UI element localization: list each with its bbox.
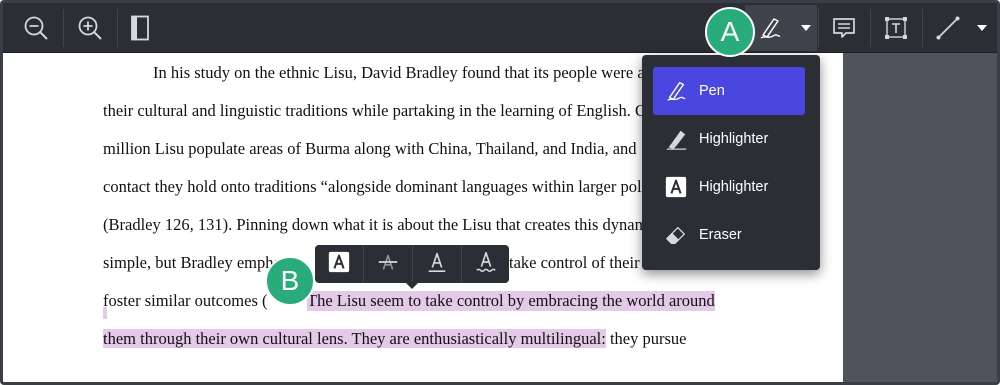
zoom-out-icon <box>23 15 49 41</box>
line-icon <box>935 15 961 41</box>
toolbar-divider <box>117 9 118 47</box>
squiggly-button[interactable] <box>462 245 510 283</box>
text-highlight-icon <box>653 175 699 199</box>
line-tool-button[interactable] <box>923 5 973 51</box>
zoom-out-button[interactable] <box>11 5 61 51</box>
strikethrough-button[interactable] <box>364 245 412 283</box>
viewer-window: In his study on the ethnic Lisu, David B… <box>0 0 1000 385</box>
doc-line: take control of their <box>509 253 640 272</box>
document-viewport[interactable]: In his study on the ethnic Lisu, David B… <box>3 53 997 382</box>
page-view-button[interactable] <box>119 5 161 51</box>
page-view-icon <box>127 15 153 41</box>
text-highlight-icon <box>327 250 351 279</box>
top-toolbar <box>3 3 997 53</box>
menu-item-text-highlighter[interactable]: Highlighter <box>653 163 805 211</box>
menu-item-eraser[interactable]: Eraser <box>653 211 805 259</box>
comment-icon <box>831 15 857 41</box>
highlighted-text[interactable]: them through their own cultural lens. Th… <box>103 329 606 348</box>
text-markup-popup <box>315 245 509 283</box>
doc-line: (Bradley 126, 131). Pinning down what it… <box>103 215 648 234</box>
menu-item-label: Eraser <box>699 227 742 243</box>
caret-down-icon <box>977 25 987 31</box>
doc-line: them through their own cultural lens. Th… <box>103 329 687 349</box>
highlight-text-button[interactable] <box>315 245 363 283</box>
menu-item-label: Highlighter <box>699 179 769 195</box>
tool-dropdown-button[interactable] <box>795 5 817 51</box>
line-dropdown-button[interactable] <box>971 5 993 51</box>
menu-item-highlighter[interactable]: Highlighter <box>653 115 805 163</box>
doc-line: simple, but Bradley empha <box>103 253 281 272</box>
text-box-icon <box>883 15 909 41</box>
doc-line: their cultural and linguistic traditions… <box>103 101 647 120</box>
squiggly-underline-icon <box>474 250 498 279</box>
highlighter-icon <box>653 127 699 151</box>
menu-item-pen[interactable]: Pen <box>653 67 805 115</box>
text-box-button[interactable] <box>871 5 921 51</box>
callout-badge-a: A <box>705 7 755 57</box>
doc-line: In his study on the ethnic Lisu, David B… <box>153 63 645 82</box>
pen-icon <box>653 79 699 103</box>
menu-item-label: Highlighter <box>699 131 769 147</box>
zoom-in-icon <box>77 15 103 41</box>
doc-text: they pursue <box>605 329 687 348</box>
strikethrough-icon <box>376 250 400 279</box>
underline-button[interactable] <box>413 245 461 283</box>
doc-line: million Lisu populate areas of Burma alo… <box>103 139 637 158</box>
toolbar-divider <box>63 9 64 47</box>
doc-line: foster similar outcomes ( <box>103 291 268 310</box>
menu-item-label: Pen <box>699 83 725 99</box>
popup-pointer <box>405 282 419 289</box>
underline-icon <box>425 250 449 279</box>
caret-down-icon <box>801 25 811 31</box>
comment-button[interactable] <box>819 5 869 51</box>
highlight-mark <box>103 307 107 319</box>
callout-badge-b: B <box>265 256 315 306</box>
doc-line: contact they hold onto traditions “along… <box>103 177 642 196</box>
zoom-in-button[interactable] <box>65 5 115 51</box>
highlighted-text[interactable]: The Lisu seem to take control by embraci… <box>307 291 715 311</box>
pen-icon <box>757 15 783 41</box>
tool-dropdown-menu: Pen Highlighter Highlighter Eraser <box>642 55 820 270</box>
eraser-icon <box>653 223 699 247</box>
